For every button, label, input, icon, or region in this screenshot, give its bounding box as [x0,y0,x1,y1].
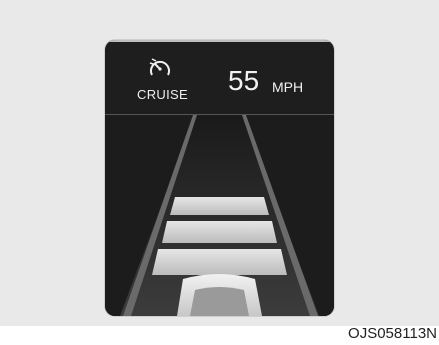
cruise-speedometer-icon [148,57,172,79]
gap-bar-middle [162,221,277,243]
gap-bar-far [170,197,269,215]
road-view [105,115,334,316]
speed-unit-label: MPH [272,79,304,95]
set-speed-value: 55 [228,65,260,96]
cruise-mode-label: CRUISE [137,87,188,102]
display-top-border [105,40,334,42]
gap-bar-near [152,249,287,275]
figure-code: OJS058113N [348,325,437,342]
cluster-display: CRUISE 55 MPH [105,40,334,316]
